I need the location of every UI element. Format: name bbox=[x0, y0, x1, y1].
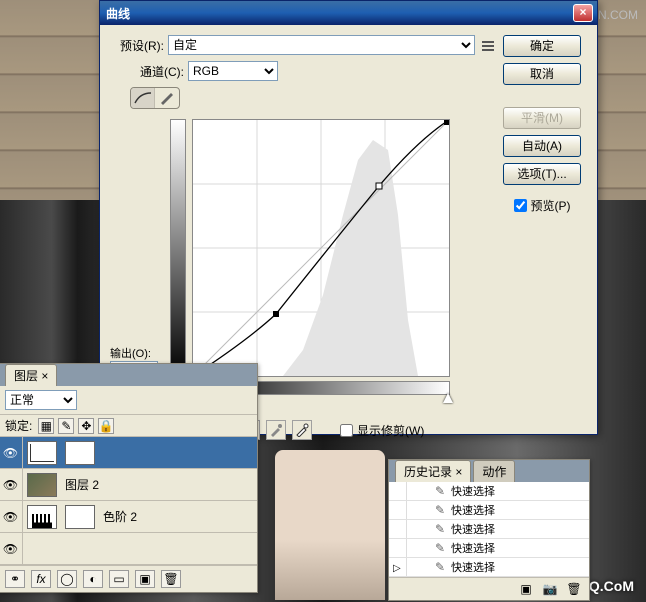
auto-button[interactable]: 自动(A) bbox=[503, 135, 581, 157]
quickselect-icon: ✎ bbox=[429, 484, 451, 498]
curve-pencil-tool-icon[interactable] bbox=[155, 88, 179, 108]
quickselect-icon: ✎ bbox=[429, 522, 451, 536]
output-label: 输出(O): bbox=[110, 345, 166, 361]
preview-input[interactable] bbox=[514, 199, 527, 212]
lock-all-icon[interactable]: 🔒 bbox=[98, 418, 114, 434]
layer-row[interactable]: 👁 色阶 2 bbox=[0, 501, 257, 533]
tab-layers[interactable]: 图层 × bbox=[5, 364, 57, 386]
preset-label: 预设(R): bbox=[110, 37, 164, 54]
lock-transparent-icon[interactable]: ▦ bbox=[38, 418, 54, 434]
quickselect-icon: ✎ bbox=[429, 560, 451, 574]
layer-thumb-curves[interactable] bbox=[27, 441, 57, 465]
layers-bottom-toolbar: ⚭ fx ◯ ◐ ▭ ▣ 🗑 bbox=[0, 565, 257, 592]
history-row[interactable]: ✎快速选择 bbox=[389, 539, 589, 558]
white-point-slider[interactable] bbox=[443, 393, 453, 403]
preset-menu-icon[interactable] bbox=[479, 36, 497, 54]
history-row[interactable]: ✎快速选择 bbox=[389, 501, 589, 520]
layer-thumb-photo[interactable] bbox=[27, 473, 57, 497]
history-bottom-toolbar: ▣ 📷 🗑 bbox=[389, 577, 589, 600]
delete-state-icon[interactable]: 🗑 bbox=[565, 581, 583, 597]
layer-list: 👁 👁 图层 2 👁 色阶 2 👁 bbox=[0, 437, 257, 565]
curve-graph[interactable] bbox=[192, 119, 450, 377]
cancel-button[interactable]: 取消 bbox=[503, 63, 581, 85]
visibility-eye-icon[interactable]: 👁 bbox=[0, 533, 23, 565]
layer-mask-thumb[interactable] bbox=[65, 505, 95, 529]
layer-row[interactable]: 👁 bbox=[0, 437, 257, 469]
layer-name[interactable]: 色阶 2 bbox=[99, 508, 257, 525]
blend-mode-select[interactable]: 正常 bbox=[5, 390, 77, 410]
history-row[interactable]: ✎快速选择 bbox=[389, 558, 589, 577]
show-clip-label: 显示修剪(W) bbox=[357, 422, 424, 439]
channel-label: 通道(C): bbox=[130, 63, 184, 80]
history-row[interactable]: ✎快速选择 bbox=[389, 482, 589, 501]
lock-pixels-icon[interactable]: ✎ bbox=[58, 418, 74, 434]
layer-mask-thumb[interactable] bbox=[65, 441, 95, 465]
visibility-eye-icon[interactable]: 👁 bbox=[0, 437, 23, 469]
history-row[interactable]: ✎快速选择 bbox=[389, 520, 589, 539]
close-icon[interactable]: × bbox=[573, 4, 593, 22]
layers-panel: 图层 × 正常 锁定: ▦ ✎ ✥ 🔒 👁 👁 图层 2 👁 色阶 2 bbox=[0, 363, 258, 593]
preview-checkbox[interactable]: 预览(P) bbox=[514, 197, 571, 214]
create-document-icon[interactable]: ▣ bbox=[517, 581, 535, 597]
layer-mask-icon[interactable]: ◯ bbox=[57, 570, 77, 588]
visibility-eye-icon[interactable]: 👁 bbox=[0, 501, 23, 533]
lock-label: 锁定: bbox=[5, 417, 32, 434]
tab-actions[interactable]: 动作 bbox=[473, 460, 515, 482]
adjustment-layer-icon[interactable]: ◐ bbox=[83, 570, 103, 588]
layer-fx-icon[interactable]: fx bbox=[31, 570, 51, 588]
titlebar[interactable]: 曲线 × bbox=[100, 1, 597, 25]
history-tabs: 历史记录 × 动作 bbox=[389, 460, 589, 482]
quickselect-icon: ✎ bbox=[429, 541, 451, 555]
curve-point-tool-icon[interactable] bbox=[131, 88, 155, 108]
quickselect-icon: ✎ bbox=[429, 503, 451, 517]
visibility-eye-icon[interactable]: 👁 bbox=[0, 469, 23, 501]
snapshot-icon[interactable]: 📷 bbox=[541, 581, 559, 597]
vertical-gradient bbox=[170, 119, 186, 377]
dialog-title: 曲线 bbox=[106, 5, 573, 22]
tab-history[interactable]: 历史记录 × bbox=[395, 460, 471, 482]
eyedropper-white-icon[interactable] bbox=[292, 420, 312, 440]
layers-tabs: 图层 × bbox=[0, 364, 257, 386]
layer-name[interactable]: 图层 2 bbox=[61, 476, 257, 493]
layer-thumb-levels[interactable] bbox=[27, 505, 57, 529]
history-list: ✎快速选择 ✎快速选择 ✎快速选择 ✎快速选择 ✎快速选择 bbox=[389, 482, 589, 577]
smooth-button: 平滑(M) bbox=[503, 107, 581, 129]
new-layer-icon[interactable]: ▣ bbox=[135, 570, 155, 588]
curve-tool-group bbox=[130, 87, 180, 109]
history-panel: 历史记录 × 动作 ✎快速选择 ✎快速选择 ✎快速选择 ✎快速选择 ✎快速选择 … bbox=[388, 459, 590, 601]
history-cursor-icon: ▷ bbox=[393, 563, 401, 574]
show-clip-input[interactable] bbox=[340, 424, 353, 437]
lock-position-icon[interactable]: ✥ bbox=[78, 418, 94, 434]
preview-label: 预览(P) bbox=[531, 197, 571, 214]
show-clip-checkbox[interactable]: 显示修剪(W) bbox=[340, 422, 424, 439]
channel-select[interactable]: RGB bbox=[188, 61, 278, 81]
layer-row[interactable]: 👁 图层 2 bbox=[0, 469, 257, 501]
link-layers-icon[interactable]: ⚭ bbox=[5, 570, 25, 588]
options-button[interactable]: 选项(T)... bbox=[503, 163, 581, 185]
layer-row[interactable]: 👁 bbox=[0, 533, 257, 565]
ok-button[interactable]: 确定 bbox=[503, 35, 581, 57]
preset-select[interactable]: 自定 bbox=[168, 35, 475, 55]
eyedropper-gray-icon[interactable] bbox=[266, 420, 286, 440]
delete-layer-icon[interactable]: 🗑 bbox=[161, 570, 181, 588]
layer-group-icon[interactable]: ▭ bbox=[109, 570, 129, 588]
